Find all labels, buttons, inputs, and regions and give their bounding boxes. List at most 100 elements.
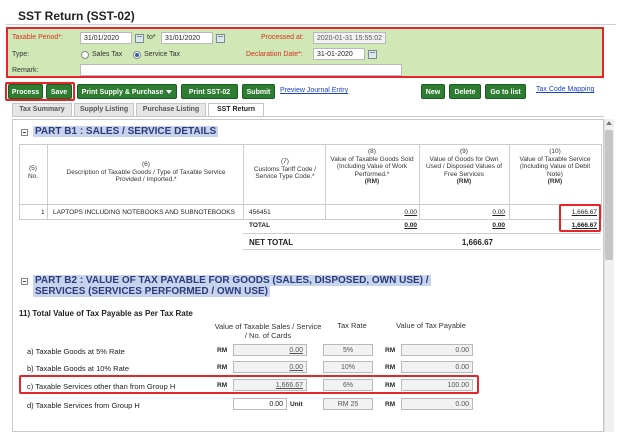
row-no: 1 — [41, 209, 45, 216]
remark-field[interactable] — [80, 64, 402, 76]
calendar-icon[interactable] — [135, 34, 144, 43]
remark-label: Remark: — [12, 67, 39, 74]
declaration-date-field[interactable]: 31-01-2020 — [313, 48, 365, 60]
print-sst-button[interactable]: Print SST-02 — [181, 84, 238, 99]
type-label: Type: — [12, 51, 30, 58]
table-border — [243, 233, 601, 234]
total-label: TOTAL — [249, 222, 271, 229]
total-own-link[interactable]: 0.00 — [441, 222, 505, 229]
processed-at-field: 2020-01-31 15:55:02 — [313, 32, 386, 44]
col-unit: (RM) — [364, 178, 380, 185]
to-label: to* — [147, 34, 156, 41]
col-tax-rate-header: Tax Rate — [337, 321, 367, 330]
new-button[interactable]: New — [421, 84, 445, 99]
table-border — [19, 144, 601, 145]
submit-button[interactable]: Submit — [242, 84, 275, 99]
row-d-value-field[interactable]: 0.00 — [233, 398, 287, 410]
table-border — [509, 144, 510, 219]
processed-at-label: Processed at: — [261, 34, 304, 41]
col-label: Customs Tariff Code / Service Type Code.… — [253, 165, 317, 181]
col-number: (7) — [281, 158, 289, 165]
chevron-down-icon — [166, 90, 173, 95]
sales-tax-label: Sales Tax — [92, 51, 123, 58]
net-total-label: NET TOTAL — [249, 238, 294, 247]
col-label: Description of Taxable Goods / Type of T… — [66, 168, 226, 184]
service-tax-label: Service Tax — [144, 51, 181, 58]
process-button[interactable]: Process — [8, 84, 43, 99]
currency-label: RM — [385, 382, 396, 389]
row-b-rate-field: 10% — [323, 361, 373, 373]
total-goods-link[interactable]: 0.00 — [353, 222, 417, 229]
col-tariff-header: (7) Customs Tariff Code / Service Type Co… — [249, 158, 321, 181]
taxable-period-label: Taxable Period*: — [12, 34, 63, 41]
row-c-rate-field: 6% — [323, 379, 373, 391]
radio-service-tax[interactable] — [133, 51, 141, 59]
declaration-date-label: Declaration Date*: — [246, 51, 303, 58]
row-c-payable-field: 100.00 — [401, 379, 473, 391]
col-number: (5) — [29, 165, 37, 172]
page-title: SST Return (SST-02) — [18, 9, 135, 23]
calendar-icon[interactable] — [368, 50, 377, 59]
table-border — [47, 144, 48, 219]
radio-sales-tax[interactable] — [81, 51, 89, 59]
tax-code-mapping-link[interactable]: Tax Code Mapping — [536, 86, 594, 93]
table-border — [243, 249, 601, 250]
table-border — [419, 144, 420, 219]
row-d-rate-field: RM 25 — [323, 398, 373, 410]
period-to-field[interactable]: 31/01/2020 — [161, 32, 213, 44]
part-b2-heading-line2: SERVICES (SERVICES PERFORMED / OWN USE) — [33, 286, 271, 297]
row-d-label: d) Taxable Services from Group H — [27, 401, 140, 410]
title-divider — [6, 24, 616, 25]
currency-label: RM — [385, 364, 396, 371]
row-c-value-field[interactable]: 1,666.67 — [233, 379, 307, 391]
row-description: LAPTOPS INCLUDING NOTEBOOKS AND SUBNOTEB… — [53, 209, 235, 216]
row-d-payable-field: 0.00 — [401, 398, 473, 410]
print-supply-purchase-button[interactable]: Print Supply & Purchase — [77, 84, 177, 99]
col-service-header: (10) Value of Taxable Service (Including … — [513, 148, 597, 186]
currency-label: RM — [385, 401, 396, 408]
col-label: Value of Goods for Own Used / Disposed V… — [425, 155, 503, 178]
tab-purchase-listing[interactable]: Purchase Listing — [136, 103, 206, 117]
row-tariff-code: 456451 — [249, 209, 271, 216]
collapse-icon[interactable] — [21, 278, 28, 285]
go-to-list-button[interactable]: Go to list — [485, 84, 526, 99]
tab-supply-listing[interactable]: Supply Listing — [74, 103, 134, 117]
save-button[interactable]: Save — [46, 84, 72, 99]
col-label: No. — [27, 172, 39, 180]
table-border — [19, 219, 601, 220]
period-from-field[interactable]: 31/01/2020 — [80, 32, 132, 44]
col-label: Value of Taxable Goods Sold (Including V… — [330, 155, 414, 178]
col-label: Value of Taxable Service (Including Valu… — [519, 155, 591, 178]
col-number: (8) — [368, 148, 376, 155]
row-own-value-link[interactable]: 0.00 — [441, 209, 505, 216]
part-b2-heading-line1: PART B2 : VALUE OF TAX PAYABLE FOR GOODS… — [33, 275, 431, 286]
row-a-value-field[interactable]: 0.00 — [233, 344, 307, 356]
currency-label: RM — [217, 364, 228, 371]
tab-tax-summary[interactable]: Tax Summary — [12, 103, 72, 117]
scrollbar-thumb[interactable] — [605, 130, 613, 260]
calendar-icon[interactable] — [216, 34, 225, 43]
table-border — [19, 144, 20, 219]
highlight-box — [559, 204, 601, 232]
col-unit: (RM) — [547, 178, 563, 185]
row-b-label: b) Taxable Goods at 10% Rate — [27, 364, 130, 373]
total-tax-payable-heading: 11) Total Value of Tax Payable as Per Ta… — [19, 309, 193, 318]
net-total-value: 1,666.67 — [461, 238, 493, 247]
col-tax-payable-header: Value of Tax Payable — [396, 321, 466, 330]
tab-sst-return[interactable]: SST Return — [208, 103, 264, 117]
row-b-payable-field: 0.00 — [401, 361, 473, 373]
scroll-up-icon[interactable] — [606, 121, 612, 125]
row-goods-value-link[interactable]: 0.00 — [353, 209, 417, 216]
row-a-payable-field: 0.00 — [401, 344, 473, 356]
unit-label: Unit — [290, 401, 303, 408]
collapse-icon[interactable] — [21, 129, 28, 136]
print-supply-label: Print Supply & Purchase — [81, 89, 164, 96]
preview-journal-link[interactable]: Preview Journal Entry — [280, 87, 348, 94]
currency-label: RM — [217, 347, 228, 354]
col-unit: (RM) — [456, 178, 472, 185]
col-taxable-value-header: Value of Taxable Sales / Service / No. o… — [214, 322, 322, 340]
table-border — [19, 204, 601, 205]
delete-button[interactable]: Delete — [449, 84, 481, 99]
row-a-label: a) Taxable Goods at 5% Rate — [27, 347, 125, 356]
row-b-value-field[interactable]: 0.00 — [233, 361, 307, 373]
